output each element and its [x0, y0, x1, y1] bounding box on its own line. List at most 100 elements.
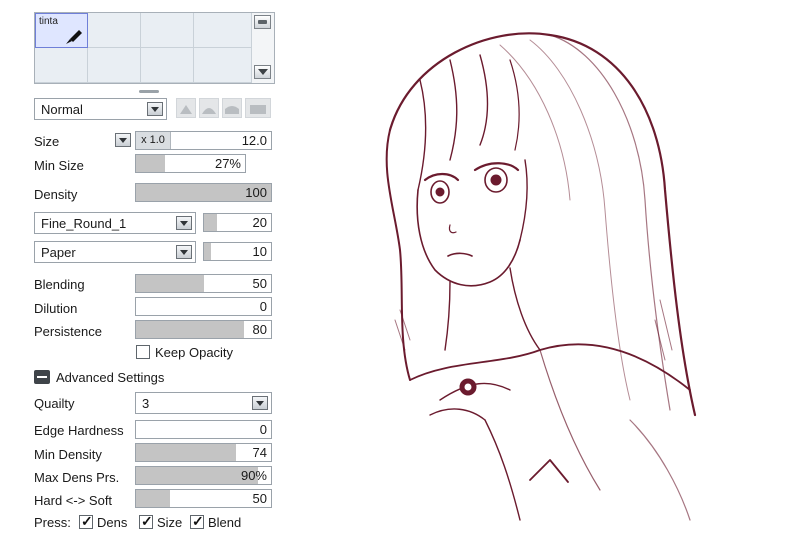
checkmark-icon: ✓: [141, 513, 153, 529]
tool-slot[interactable]: [194, 48, 253, 83]
min-density-fill: [136, 444, 236, 461]
hard-soft-slider[interactable]: 50: [135, 489, 272, 508]
blend-mode-select[interactable]: Normal: [34, 98, 167, 120]
triangle-shape-icon: [180, 105, 192, 114]
dropdown-button[interactable]: [176, 245, 192, 259]
brush-settings-panel: tinta Normal Size x 1.0 12.0 Min Size 27…: [0, 0, 285, 550]
hard-soft-label: Hard <-> Soft: [34, 493, 113, 508]
blending-value: 50: [252, 276, 267, 291]
dilution-label: Dilution: [34, 301, 78, 316]
hard-soft-value: 50: [252, 491, 267, 506]
chevron-down-icon: [151, 107, 159, 112]
shape-texture-strength-slider[interactable]: 20: [203, 213, 272, 232]
edge-hardness-value: 0: [259, 422, 267, 437]
brush-shape-semi-round[interactable]: [222, 98, 242, 118]
shape-texture-select[interactable]: Fine_Round_1: [34, 212, 196, 234]
max-dens-prs-fill: [136, 467, 258, 484]
density-slider[interactable]: 100: [135, 183, 272, 202]
chevron-down-icon: [258, 69, 268, 75]
size-multiplier: x 1.0: [136, 132, 171, 149]
collapse-button[interactable]: [254, 15, 271, 29]
advanced-settings-label: Advanced Settings: [56, 370, 165, 385]
press-blend-label: Blend: [208, 515, 242, 530]
chevron-down-icon: [180, 221, 188, 226]
blending-fill: [136, 275, 204, 292]
tool-grid-scrollbar[interactable]: [251, 13, 274, 83]
press-size-label: Size: [157, 515, 183, 530]
min-density-value: 74: [252, 445, 267, 460]
blending-slider[interactable]: 50: [135, 274, 272, 293]
press-label: Press:: [34, 515, 71, 530]
min-density-label: Min Density: [34, 447, 102, 462]
tool-slot[interactable]: [35, 48, 88, 83]
max-dens-prs-value: 90%: [240, 468, 267, 483]
square-shape-icon: [250, 105, 266, 114]
chevron-down-icon: [256, 401, 264, 406]
checkmark-icon: ✓: [81, 513, 93, 529]
density-label: Density: [34, 187, 78, 202]
persistence-slider[interactable]: 80: [135, 320, 272, 339]
min-density-slider[interactable]: 74: [135, 443, 272, 462]
tool-slot[interactable]: [194, 13, 253, 48]
max-dens-prs-label: Max Dens Prs.: [34, 470, 120, 485]
chevron-down-icon: [180, 250, 188, 255]
tool-grid: tinta: [34, 12, 275, 84]
blend-mode-value: Normal: [41, 102, 83, 117]
edge-hardness-slider[interactable]: 0: [135, 420, 272, 439]
sketch-artwork: [385, 32, 697, 521]
press-size-checkbox[interactable]: ✓: [139, 513, 153, 529]
paper-texture-strength-slider[interactable]: 10: [203, 242, 272, 261]
paper-texture-name: Paper: [41, 245, 76, 260]
shape-texture-value: 20: [252, 215, 267, 230]
paper-texture-value: 10: [252, 244, 267, 259]
chevron-down-icon: [119, 138, 127, 143]
dilution-slider[interactable]: 0: [135, 297, 272, 316]
paper-texture-select[interactable]: Paper: [34, 241, 196, 263]
quality-label: Quailty: [34, 396, 75, 411]
scroll-down-button[interactable]: [254, 65, 271, 79]
press-dens-checkbox[interactable]: ✓: [79, 513, 93, 529]
checkmark-icon: ✓: [192, 513, 204, 529]
persistence-label: Persistence: [34, 324, 102, 339]
size-label: Size: [34, 134, 60, 149]
collapse-advanced-icon[interactable]: [34, 370, 50, 384]
shape-texture-name: Fine_Round_1: [41, 216, 127, 231]
persistence-fill: [136, 321, 244, 338]
blending-label: Blending: [34, 277, 85, 292]
press-dens-label: Dens: [97, 515, 128, 530]
size-value: 12.0: [241, 133, 267, 148]
hard-soft-fill: [136, 490, 170, 507]
quality-select[interactable]: 3: [135, 392, 272, 414]
brush-shape-square[interactable]: [245, 98, 271, 118]
min-size-value: 27%: [214, 156, 241, 171]
dropdown-button[interactable]: [147, 102, 163, 116]
tool-slot[interactable]: [88, 48, 141, 83]
bar-icon: [258, 20, 267, 24]
press-blend-checkbox[interactable]: ✓: [190, 513, 204, 529]
persistence-value: 80: [252, 322, 267, 337]
size-range-button[interactable]: [115, 133, 131, 147]
round-shape-icon: [202, 108, 216, 114]
brush-shape-round[interactable]: [199, 98, 219, 118]
dropdown-button[interactable]: [252, 396, 268, 410]
density-value: 100: [245, 185, 267, 200]
dropdown-button[interactable]: [176, 216, 192, 230]
keep-opacity-label: Keep Opacity: [155, 345, 234, 360]
size-slider[interactable]: x 1.0 12.0: [135, 131, 272, 150]
panel-resize-grip[interactable]: [139, 90, 159, 93]
keep-opacity-checkbox[interactable]: [136, 345, 150, 359]
quality-value: 3: [142, 396, 150, 411]
min-size-slider[interactable]: 27%: [135, 154, 246, 173]
max-dens-prs-slider[interactable]: 90%: [135, 466, 272, 485]
dilution-value: 0: [259, 299, 267, 314]
semi-round-shape-icon: [225, 106, 239, 114]
tool-slot[interactable]: [141, 13, 194, 48]
min-size-label: Min Size: [34, 158, 84, 173]
tool-slot[interactable]: [88, 13, 141, 48]
paper-texture-fill: [204, 243, 211, 260]
tool-slot-tinta[interactable]: tinta: [35, 13, 88, 48]
brush-shape-triangle[interactable]: [176, 98, 196, 118]
tool-slot[interactable]: [141, 48, 194, 83]
tool-label: tinta: [39, 16, 58, 27]
pen-icon: [66, 30, 82, 44]
